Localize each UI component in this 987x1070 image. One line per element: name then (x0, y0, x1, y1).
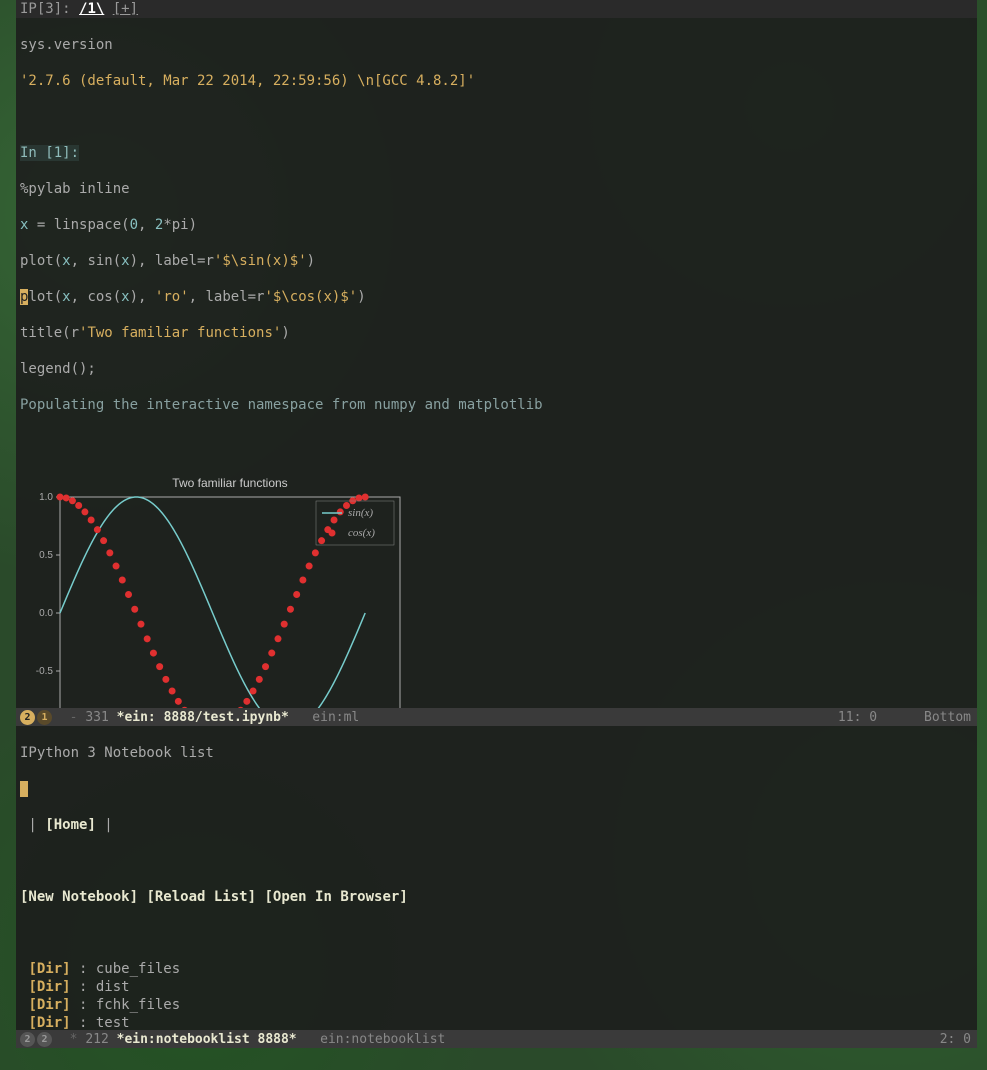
list-item[interactable]: [Dir] : fchk_files (20, 996, 973, 1014)
window-badge: 1 (37, 710, 52, 725)
code-line: %pylab inline (20, 181, 130, 197)
matplotlib-plot: 01234567-1.0-0.50.00.51.0Two familiar fu… (20, 437, 973, 708)
svg-text:0.0: 0.0 (39, 608, 53, 619)
cursor-position: 2: 0 (940, 1032, 971, 1047)
window-badge: 2 (37, 1032, 52, 1047)
list-item[interactable]: [Dir] : test (20, 1014, 973, 1030)
buffer-place: Bottom (924, 710, 971, 725)
code-line: legend(); (20, 361, 96, 377)
dir-label: [Dir] (28, 961, 70, 977)
home-link[interactable]: [Home] (45, 817, 96, 833)
list-item[interactable]: [Dir] : cube_files (20, 960, 973, 978)
tab-prompt: IP[3]: (20, 1, 79, 17)
major-mode: ein:notebooklist (297, 1032, 446, 1047)
svg-text:cos(x): cos(x) (348, 527, 375, 539)
new-notebook-button[interactable]: [New Notebook] (20, 889, 138, 905)
code-line: title(r'Two familiar functions') (20, 324, 973, 342)
svg-text:sin(x): sin(x) (348, 507, 373, 519)
dir-label: [Dir] (28, 979, 70, 995)
tab-bar: IP[3]: /1\ [+] (16, 0, 977, 18)
major-mode: ein:ml (289, 710, 359, 725)
tab-active[interactable]: /1\ (79, 1, 104, 17)
svg-text:0.5: 0.5 (39, 550, 53, 561)
list-item[interactable]: [Dir] : dist (20, 978, 973, 996)
notebook-buffer[interactable]: sys.version '2.7.6 (default, Mar 22 2014… (16, 18, 977, 708)
code-line: x = linspace(0, 2*pi) (20, 216, 973, 234)
svg-text:Two familiar functions: Two familiar functions (172, 476, 287, 490)
output-line: '2.7.6 (default, Mar 22 2014, 22:59:56) … (20, 73, 475, 89)
svg-text:1.0: 1.0 (39, 492, 53, 503)
window-number-badge: 2 (20, 710, 35, 725)
notebooklist-title: IPython 3 Notebook list (20, 745, 214, 761)
output-line: Populating the interactive namespace fro… (20, 397, 543, 413)
open-in-browser-button[interactable]: [Open In Browser] (264, 889, 407, 905)
code-line: plot(x, sin(x), label=r'$\sin(x)$') (20, 252, 973, 270)
buffer-name: *ein:notebooklist 8888* (117, 1032, 297, 1047)
cursor (20, 781, 28, 797)
breadcrumb: | [Home] | (20, 816, 973, 834)
dir-label: [Dir] (28, 1015, 70, 1030)
modeline-top: 2 1 - 331 *ein: 8888/test.ipynb* ein:ml … (16, 708, 977, 726)
code-line: plot(x, cos(x), 'ro', label=r'$\cos(x)$'… (20, 288, 973, 306)
code-line: sys.version (20, 37, 113, 53)
cursor-position: 11: 0 (838, 710, 877, 725)
reload-list-button[interactable]: [Reload List] (146, 889, 256, 905)
buffer-name: *ein: 8888/test.ipynb* (117, 710, 289, 725)
svg-text:-0.5: -0.5 (36, 666, 54, 677)
notebooklist-buffer[interactable]: IPython 3 Notebook list | [Home] | [New … (16, 726, 977, 1030)
dir-label: [Dir] (28, 997, 70, 1013)
tab-add[interactable]: [+] (113, 1, 138, 17)
modeline-bottom: 2 2 * 212 *ein:notebooklist 8888* ein:no… (16, 1030, 977, 1048)
window-number-badge: 2 (20, 1032, 35, 1047)
cell-prompt: In [1]: (20, 145, 79, 161)
